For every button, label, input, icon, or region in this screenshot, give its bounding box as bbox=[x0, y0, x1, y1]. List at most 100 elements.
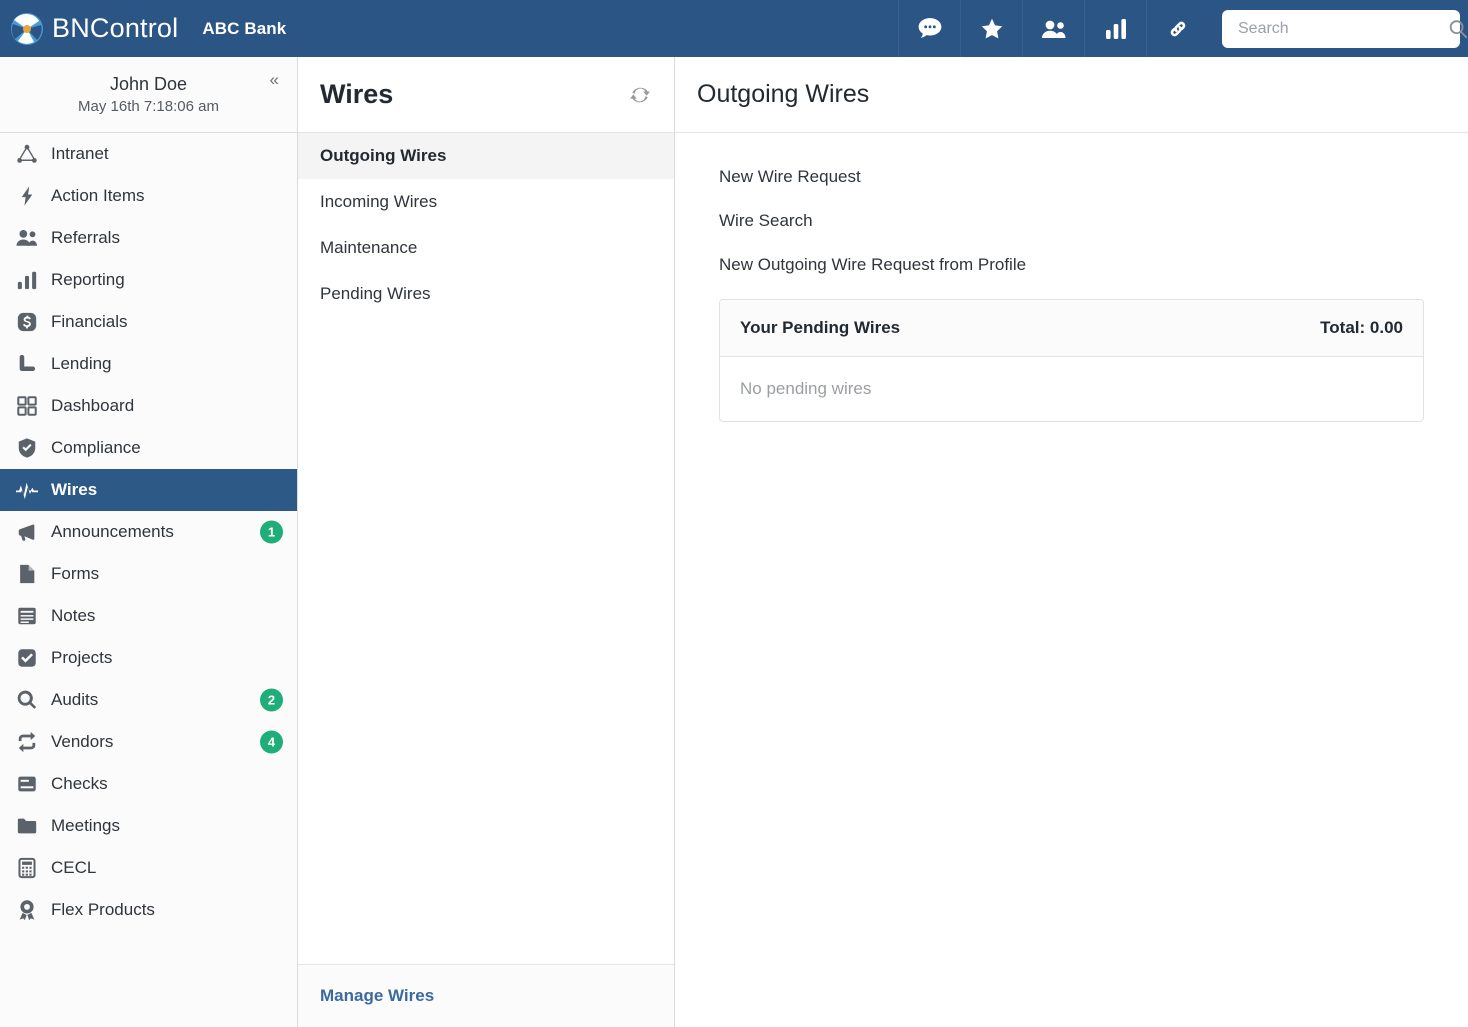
sidebar-item-label: Meetings bbox=[51, 816, 120, 836]
main-header: Outgoing Wires bbox=[675, 57, 1468, 133]
top-header-bar: BNControl ABC Bank bbox=[0, 0, 1468, 57]
wires-list-panel: Wires Outgoing WiresIncoming WiresMainte… bbox=[298, 57, 675, 1027]
sidebar-item-action-items[interactable]: Action Items bbox=[0, 175, 297, 217]
grid-icon bbox=[12, 395, 42, 417]
sidebar-item-label: Checks bbox=[51, 774, 108, 794]
sidebar-item-vendors[interactable]: Vendors 4 bbox=[0, 721, 297, 763]
sidebar-item-forms[interactable]: Forms bbox=[0, 553, 297, 595]
pending-wires-total: Total: 0.00 bbox=[1320, 318, 1403, 338]
wires-submenu-item-pending-wires[interactable]: Pending Wires bbox=[298, 271, 674, 317]
sidebar-item-checks[interactable]: Checks bbox=[0, 763, 297, 805]
file-icon bbox=[12, 563, 42, 585]
wires-submenu-item-maintenance[interactable]: Maintenance bbox=[298, 225, 674, 271]
left-sidebar: John Doe May 16th 7:18:06 am « Intranet A… bbox=[0, 57, 298, 1027]
sidebar-item-financials[interactable]: Financials bbox=[0, 301, 297, 343]
sidebar-item-intranet[interactable]: Intranet bbox=[0, 133, 297, 175]
sidebar-item-label: Financials bbox=[51, 312, 128, 332]
link-icon[interactable] bbox=[1146, 0, 1208, 57]
pending-wires-title: Your Pending Wires bbox=[740, 318, 900, 338]
megaphone-icon bbox=[12, 521, 42, 543]
lending-icon bbox=[12, 353, 42, 375]
wires-panel-title: Wires bbox=[320, 79, 393, 110]
sidebar-item-badge: 4 bbox=[260, 731, 283, 754]
search-input[interactable] bbox=[1236, 19, 1447, 39]
check-card-icon bbox=[12, 773, 42, 795]
sidebar-item-meetings[interactable]: Meetings bbox=[0, 805, 297, 847]
pending-wires-header: Your Pending Wires Total: 0.00 bbox=[720, 300, 1423, 357]
wires-submenu-item-outgoing-wires[interactable]: Outgoing Wires bbox=[298, 133, 674, 179]
notes-icon bbox=[12, 605, 42, 627]
sidebar-item-label: Wires bbox=[51, 480, 97, 500]
pending-wires-empty-text: No pending wires bbox=[740, 379, 871, 399]
bolt-icon bbox=[12, 185, 42, 207]
sidebar-item-label: Notes bbox=[51, 606, 95, 626]
search-box[interactable] bbox=[1222, 10, 1460, 48]
sidebar-item-wires[interactable]: Wires bbox=[0, 469, 297, 511]
sidebar-item-dashboard[interactable]: Dashboard bbox=[0, 385, 297, 427]
sidebar-item-badge: 2 bbox=[260, 689, 283, 712]
sidebar-nav: Intranet Action Items Referrals Reporting Fi… bbox=[0, 133, 297, 1027]
sidebar-item-label: Projects bbox=[51, 648, 112, 668]
action-link-list: New Wire Request Wire Search New Outgoing … bbox=[697, 167, 1446, 275]
sidebar-item-label: Vendors bbox=[51, 732, 113, 752]
dollar-icon bbox=[12, 311, 42, 333]
sidebar-item-lending[interactable]: Lending bbox=[0, 343, 297, 385]
sidebar-item-label: Action Items bbox=[51, 186, 145, 206]
main-content: Outgoing Wires New Wire Request Wire Sear… bbox=[675, 57, 1468, 1027]
sidebar-item-flex-products[interactable]: Flex Products bbox=[0, 889, 297, 931]
header-icon-group bbox=[898, 0, 1468, 57]
pending-wires-panel: Your Pending Wires Total: 0.00 No pendin… bbox=[719, 299, 1424, 422]
users-icon[interactable] bbox=[1022, 0, 1084, 57]
user-name: John Doe bbox=[110, 72, 187, 96]
sidebar-item-announcements[interactable]: Announcements 1 bbox=[0, 511, 297, 553]
page-title: Outgoing Wires bbox=[697, 80, 869, 109]
wires-panel-footer: Manage Wires bbox=[298, 964, 674, 1027]
search-icon[interactable] bbox=[1447, 18, 1468, 40]
wires-submenu-item-incoming-wires[interactable]: Incoming Wires bbox=[298, 179, 674, 225]
sidebar-item-reporting[interactable]: Reporting bbox=[0, 259, 297, 301]
action-link-wire-search[interactable]: Wire Search bbox=[719, 211, 1446, 231]
ribbon-icon bbox=[12, 899, 42, 921]
sidebar-item-label: Lending bbox=[51, 354, 112, 374]
bar-chart-icon[interactable] bbox=[1084, 0, 1146, 57]
sidebar-item-label: Flex Products bbox=[51, 900, 155, 920]
manage-wires-link[interactable]: Manage Wires bbox=[320, 986, 434, 1006]
app-root: BNControl ABC Bank bbox=[0, 0, 1468, 1027]
bar-chart-icon bbox=[12, 269, 42, 291]
star-icon[interactable] bbox=[960, 0, 1022, 57]
brand-logo[interactable]: BNControl bbox=[0, 12, 178, 46]
action-link-new-outgoing-wire-request-from-profile[interactable]: New Outgoing Wire Request from Profile bbox=[719, 255, 1446, 275]
calculator-icon bbox=[12, 857, 42, 879]
sidebar-item-notes[interactable]: Notes bbox=[0, 595, 297, 637]
network-icon bbox=[12, 143, 42, 165]
pending-wires-body: No pending wires bbox=[720, 357, 1423, 421]
brand-name: BNControl bbox=[52, 13, 178, 44]
users-icon bbox=[12, 227, 42, 249]
search-container bbox=[1208, 10, 1468, 48]
sidebar-item-badge: 1 bbox=[260, 521, 283, 544]
sidebar-item-projects[interactable]: Projects bbox=[0, 637, 297, 679]
sidebar-item-compliance[interactable]: Compliance bbox=[0, 427, 297, 469]
sidebar-item-label: Intranet bbox=[51, 144, 109, 164]
sidebar-item-cecl[interactable]: CECL bbox=[0, 847, 297, 889]
sidebar-item-label: Compliance bbox=[51, 438, 141, 458]
app-body: John Doe May 16th 7:18:06 am « Intranet A… bbox=[0, 57, 1468, 1027]
user-info-box: John Doe May 16th 7:18:06 am « bbox=[0, 57, 297, 133]
collapse-sidebar-button[interactable]: « bbox=[270, 71, 279, 88]
refresh-icon[interactable] bbox=[628, 83, 652, 107]
sidebar-item-label: Dashboard bbox=[51, 396, 134, 416]
sidebar-item-label: Forms bbox=[51, 564, 99, 584]
aperture-pinwheel-icon bbox=[10, 12, 44, 46]
sidebar-item-label: Reporting bbox=[51, 270, 125, 290]
sidebar-item-label: Announcements bbox=[51, 522, 174, 542]
folder-icon bbox=[12, 815, 42, 837]
user-datetime: May 16th 7:18:06 am bbox=[78, 97, 219, 117]
check-square-icon bbox=[12, 647, 42, 669]
pulse-icon bbox=[12, 479, 42, 501]
chat-icon[interactable] bbox=[898, 0, 960, 57]
sidebar-item-referrals[interactable]: Referrals bbox=[0, 217, 297, 259]
organization-name: ABC Bank bbox=[202, 19, 286, 39]
sidebar-item-audits[interactable]: Audits2 bbox=[0, 679, 297, 721]
action-link-new-wire-request[interactable]: New Wire Request bbox=[719, 167, 1446, 187]
main-body: New Wire Request Wire Search New Outgoing … bbox=[675, 133, 1468, 1027]
